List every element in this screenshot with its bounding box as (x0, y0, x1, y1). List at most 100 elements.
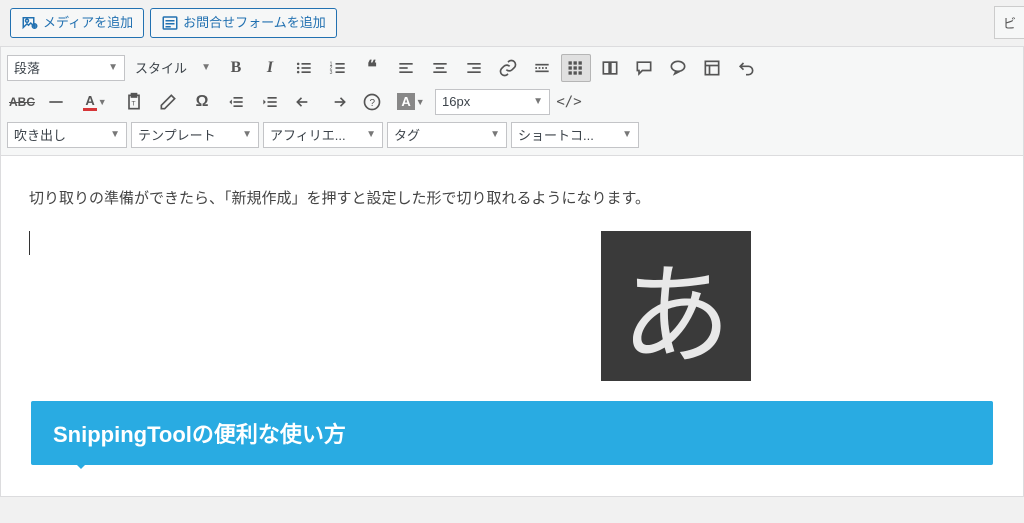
add-media-button[interactable]: メディアを追加 (10, 8, 144, 38)
columns-icon (600, 58, 620, 78)
bullet-list-button[interactable] (289, 54, 319, 82)
chat-icon (634, 58, 654, 78)
balloon-select-label: 吹き出し (14, 125, 66, 144)
template-button[interactable] (697, 54, 727, 82)
svg-text:T: T (132, 100, 136, 107)
align-center-icon (430, 58, 450, 78)
italic-icon: I (267, 59, 273, 77)
help-icon: ? (362, 92, 382, 112)
template-select-label: テンプレート (138, 125, 216, 144)
blockquote-button[interactable]: ❝ (357, 54, 387, 82)
format-select-label: 段落 (14, 58, 40, 77)
add-contact-form-button[interactable]: お問合せフォームを追加 (150, 8, 337, 38)
link-button[interactable] (493, 54, 523, 82)
chat-button[interactable] (629, 54, 659, 82)
template-select[interactable]: テンプレート ▼ (131, 122, 259, 148)
outdent-icon (226, 92, 246, 112)
align-right-icon (464, 58, 484, 78)
text-color-icon: A (83, 93, 96, 111)
shortcode-select[interactable]: ショートコ... ▼ (511, 122, 639, 148)
number-list-button[interactable]: 123 (323, 54, 353, 82)
affiliate-select-label: アフィリエ... (270, 125, 346, 144)
template-icon (702, 58, 722, 78)
text-cursor (29, 231, 30, 255)
style-select[interactable]: スタイル ▼ (129, 55, 217, 81)
hr-icon (46, 92, 66, 112)
caret-icon: ▼ (98, 97, 107, 107)
form-icon (161, 14, 179, 32)
undo-icon (736, 58, 756, 78)
special-char-button[interactable]: Ω (187, 88, 217, 116)
insert-more-button[interactable] (527, 54, 557, 82)
tag-select[interactable]: タグ ▼ (387, 122, 507, 148)
caret-icon: ▼ (490, 129, 500, 140)
code-button[interactable]: </> (554, 88, 584, 116)
strikethrough-button[interactable]: ABC (7, 88, 37, 116)
code-icon: </> (556, 94, 581, 110)
caret-icon: ▼ (108, 62, 118, 73)
media-buttons-bar: メディアを追加 お問合せフォームを追加 (0, 0, 1024, 46)
bold-icon: B (231, 59, 242, 77)
caret-icon: ▼ (110, 129, 120, 140)
callout-heading: SnippingToolの便利な使い方 (31, 401, 993, 465)
caret-icon: ▼ (622, 129, 632, 140)
bold-button[interactable]: B (221, 54, 251, 82)
svg-text:?: ? (370, 98, 376, 109)
align-center-button[interactable] (425, 54, 455, 82)
ul-icon (294, 58, 314, 78)
tag-select-label: タグ (394, 125, 420, 144)
redo-arrow-icon (328, 92, 348, 112)
toolbar-row-1: 段落 ▼ スタイル ▼ B I 123 ❝ (7, 51, 1017, 85)
add-contact-form-label: お問合せフォームを追加 (183, 13, 326, 33)
font-size-label: 16px (442, 94, 470, 109)
style-select-label: スタイル (135, 58, 187, 77)
balloon-button[interactable] (663, 54, 693, 82)
text-color-button[interactable]: A▼ (75, 88, 115, 116)
omega-icon: Ω (196, 93, 209, 111)
toolbar-row-2: ABC A▼ T Ω ? A▼ 16px ▼ </> (7, 85, 1017, 119)
align-right-button[interactable] (459, 54, 489, 82)
svg-text:3: 3 (330, 69, 333, 75)
paste-text-button[interactable]: T (119, 88, 149, 116)
caret-icon: ▼ (201, 62, 211, 73)
format-select[interactable]: 段落 ▼ (7, 55, 125, 81)
ol-icon: 123 (328, 58, 348, 78)
add-media-label: メディアを追加 (43, 13, 133, 33)
more-icon (532, 58, 552, 78)
outdent-button[interactable] (221, 88, 251, 116)
editor-container: 段落 ▼ スタイル ▼ B I 123 ❝ ABC (0, 46, 1024, 497)
italic-button[interactable]: I (255, 54, 285, 82)
undo-button[interactable] (289, 88, 319, 116)
indent-icon (260, 92, 280, 112)
caret-icon: ▼ (366, 129, 376, 140)
undo-cart-button[interactable] (731, 54, 761, 82)
caret-icon: ▼ (533, 96, 543, 107)
link-icon (498, 58, 518, 78)
help-button[interactable]: ? (357, 88, 387, 116)
toolbar-row-3: 吹き出し ▼ テンプレート ▼ アフィリエ... ▼ タグ ▼ ショートコ...… (7, 119, 1017, 151)
eraser-icon (158, 92, 178, 112)
font-size-select[interactable]: 16px ▼ (435, 89, 550, 115)
kitchen-sink-icon (566, 58, 586, 78)
bg-color-button[interactable]: A▼ (391, 88, 431, 116)
ime-indicator: あ (601, 231, 751, 381)
editor-content[interactable]: 切り取りの準備ができたら、「新規作成」を押すと設定した形で切り取れるようになりま… (1, 156, 1023, 496)
align-left-icon (396, 58, 416, 78)
clipboard-icon: T (124, 92, 144, 112)
toolbar-toggle-button[interactable] (561, 54, 591, 82)
affiliate-select[interactable]: アフィリエ... ▼ (263, 122, 383, 148)
columns-button[interactable] (595, 54, 625, 82)
hr-button[interactable] (41, 88, 71, 116)
media-icon (21, 14, 39, 32)
strike-icon: ABC (9, 95, 35, 109)
balloon-select[interactable]: 吹き出し ▼ (7, 122, 127, 148)
align-left-button[interactable] (391, 54, 421, 82)
caret-icon: ▼ (242, 129, 252, 140)
clear-format-button[interactable] (153, 88, 183, 116)
redo-button[interactable] (323, 88, 353, 116)
caret-icon: ▼ (416, 97, 425, 107)
editor-toolbar: 段落 ▼ スタイル ▼ B I 123 ❝ ABC (1, 47, 1023, 156)
content-paragraph: 切り取りの準備ができたら、「新規作成」を押すと設定した形で切り取れるようになりま… (29, 186, 995, 212)
visual-tab[interactable]: ビ (994, 6, 1024, 39)
indent-button[interactable] (255, 88, 285, 116)
